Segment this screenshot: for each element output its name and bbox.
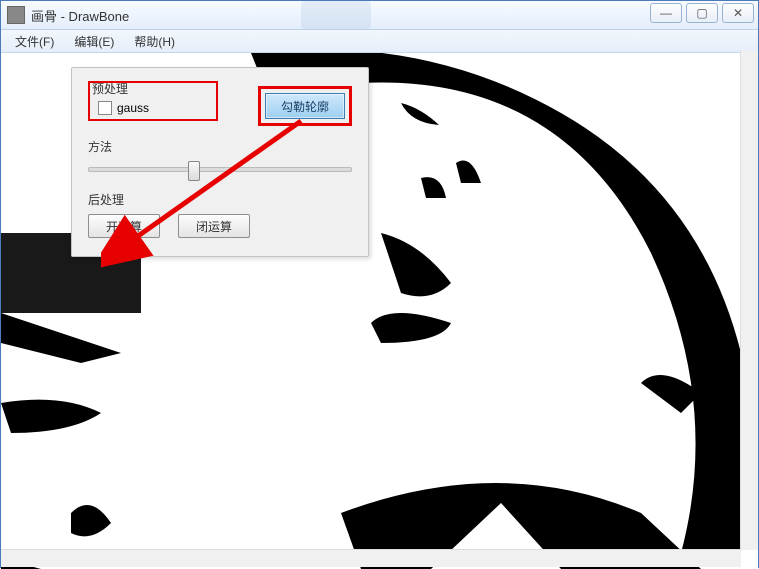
window-controls: — ▢ ✕	[650, 3, 754, 23]
scrollbar-vertical[interactable]	[740, 51, 758, 550]
titlebar[interactable]: 画骨 - DrawBone — ▢ ✕	[1, 1, 758, 30]
scrollbar-horizontal[interactable]	[1, 549, 741, 567]
menubar: 文件(F) 编辑(E) 帮助(H)	[1, 30, 758, 53]
bg-blur	[301, 1, 371, 29]
slider-thumb[interactable]	[188, 161, 200, 181]
minimize-button[interactable]: —	[650, 3, 682, 23]
gauss-checkbox[interactable]	[98, 101, 112, 115]
slider-track	[88, 167, 352, 172]
method-slider[interactable]	[88, 159, 352, 179]
menu-file[interactable]: 文件(F)	[5, 31, 64, 52]
outline-button-highlight: 勾勒轮廓	[258, 86, 352, 126]
method-label: 方法	[88, 138, 352, 155]
gauss-label: gauss	[117, 101, 149, 115]
close-operation-button[interactable]: 闭运算	[178, 214, 250, 238]
menu-help[interactable]: 帮助(H)	[124, 31, 185, 52]
window-title: 画骨 - DrawBone	[31, 6, 129, 25]
app-icon	[7, 6, 25, 24]
control-panel: 预处理 gauss 勾勒轮廓 方法 后处理 开运算 闭运算	[71, 67, 369, 257]
menu-edit[interactable]: 编辑(E)	[64, 31, 124, 52]
close-button[interactable]: ✕	[722, 3, 754, 23]
maximize-button[interactable]: ▢	[686, 3, 718, 23]
app-window: 画骨 - DrawBone — ▢ ✕ 文件(F) 编辑(E) 帮助(H)	[0, 0, 759, 568]
outline-button[interactable]: 勾勒轮廓	[265, 93, 345, 119]
open-operation-button[interactable]: 开运算	[88, 214, 160, 238]
postprocess-label: 后处理	[88, 191, 352, 208]
